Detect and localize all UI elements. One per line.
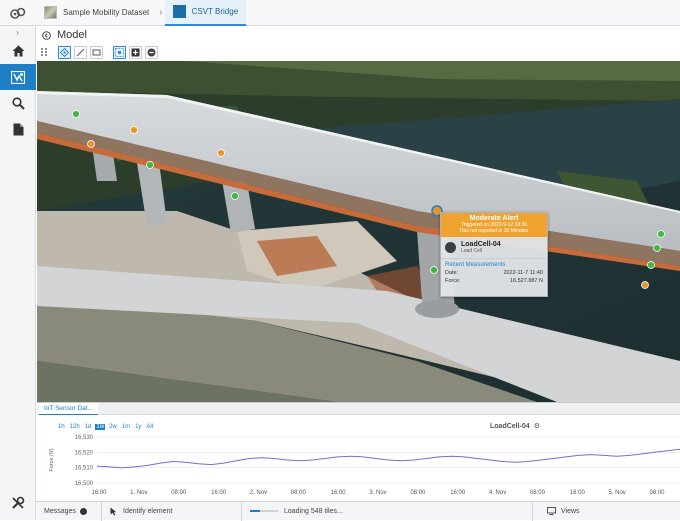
settings-tools-button[interactable] bbox=[0, 492, 36, 514]
rectangle-icon bbox=[92, 49, 101, 55]
force-label: Force: bbox=[445, 278, 461, 284]
device-name: LoadCell-04 bbox=[461, 241, 501, 248]
x-tick-label: 08:00 bbox=[530, 490, 546, 496]
breadcrumb-dataset[interactable]: Sample Mobility Dataset bbox=[36, 0, 157, 26]
dataset-thumbnail-icon bbox=[44, 6, 57, 19]
chevron-right-icon: › bbox=[159, 7, 163, 18]
x-tick-label: 5. Nov bbox=[608, 490, 625, 496]
measurement-date-row: Date: 2022-11-7 11:40 bbox=[441, 269, 547, 277]
breadcrumb-model[interactable]: CSVT Bridge bbox=[164, 0, 247, 26]
y-tick-label: 16,510 bbox=[75, 466, 94, 472]
x-tick-label: 08:00 bbox=[291, 490, 307, 496]
x-tick-label: 16:00 bbox=[91, 490, 107, 496]
y-tick-label: 16,530 bbox=[75, 435, 94, 441]
cursor-icon bbox=[110, 507, 117, 515]
alert-device: LoadCell-04 Load Cell bbox=[441, 237, 547, 256]
iot-chart-panel: 1h 12h 1d 1w 2w 1m 1y All LoadCell-04 ⚙ 16,530 16… bbox=[37, 415, 680, 501]
views-icon bbox=[547, 507, 556, 515]
identify-element-label: Identify element bbox=[123, 507, 173, 515]
date-label: Date: bbox=[445, 270, 459, 276]
messages-label: Messages bbox=[44, 507, 76, 515]
line-tool-button[interactable] bbox=[74, 45, 87, 59]
recent-measurements-link[interactable]: Recent Measurements bbox=[441, 258, 547, 269]
search-icon bbox=[11, 96, 25, 110]
iot-sensors-button[interactable] bbox=[0, 64, 36, 90]
alert-header: Moderate Alert Triggered on 2022-9-12 19… bbox=[441, 213, 547, 237]
top-bar: Sample Mobility Dataset › CSVT Bridge bbox=[0, 0, 680, 26]
load-cell-icon bbox=[445, 242, 456, 253]
date-value: 2022-11-7 11:40 bbox=[503, 270, 543, 276]
model-header: Model bbox=[36, 26, 680, 44]
drag-handle-icon[interactable] bbox=[40, 47, 48, 57]
zoom-in-button[interactable] bbox=[129, 45, 142, 59]
model-toolbar bbox=[36, 44, 680, 60]
select-tool-button[interactable] bbox=[58, 45, 71, 59]
zoom-out-button[interactable] bbox=[145, 45, 158, 59]
search-button[interactable] bbox=[0, 90, 36, 116]
tools-icon bbox=[12, 496, 25, 509]
x-tick-label: 08:00 bbox=[171, 490, 187, 496]
x-tick-label: 4. Nov bbox=[489, 490, 506, 496]
alert-title: Moderate Alert bbox=[469, 215, 519, 222]
loading-label: Loading 548 tiles... bbox=[284, 507, 343, 515]
bridge-thumbnail-icon bbox=[172, 5, 186, 18]
panel-tab-bar: IoT Sensor Dat... bbox=[37, 402, 680, 416]
fit-view-icon bbox=[115, 47, 124, 57]
breadcrumb-dataset-label: Sample Mobility Dataset bbox=[63, 8, 150, 17]
breadcrumb-model-label: CSVT Bridge bbox=[191, 7, 239, 16]
status-bar: Messages Identify element Loading 548 ti… bbox=[36, 501, 680, 521]
3d-viewport[interactable]: Moderate Alert Triggered on 2022-9-12 19… bbox=[37, 61, 680, 402]
left-sidebar: › bbox=[0, 26, 36, 520]
minus-circle-icon bbox=[147, 48, 156, 56]
x-tick-label: 3. Nov bbox=[369, 490, 386, 496]
home-icon bbox=[12, 45, 24, 57]
x-tick-label: 1. Nov bbox=[130, 490, 147, 496]
document-icon bbox=[13, 123, 23, 135]
messages-icon bbox=[79, 507, 87, 515]
views-label: Views bbox=[561, 507, 580, 515]
rectangle-tool-button[interactable] bbox=[90, 45, 103, 59]
measurement-force-row: Force: 16.527.887 N bbox=[441, 277, 547, 285]
plus-square-icon bbox=[131, 48, 140, 56]
x-tick-label: 16:00 bbox=[450, 490, 466, 496]
fit-view-button[interactable] bbox=[113, 45, 126, 59]
force-line-chart: 16,530 16,520 16,510 16,500 Force (N) 16:00 1.… bbox=[49, 435, 680, 496]
x-tick-label: 08:00 bbox=[649, 490, 665, 496]
y-tick-label: 16,520 bbox=[75, 450, 94, 456]
line-icon bbox=[76, 48, 85, 56]
x-tick-label: 08:00 bbox=[410, 490, 426, 496]
y-tick-label: 16,500 bbox=[75, 481, 94, 487]
back-icon[interactable] bbox=[42, 30, 51, 40]
documents-button[interactable] bbox=[0, 116, 36, 142]
device-type: Load Cell bbox=[461, 248, 483, 254]
sensor-alert-popup[interactable]: Moderate Alert Triggered on 2022-9-12 19… bbox=[440, 212, 548, 297]
identify-element-button[interactable]: Identify element bbox=[102, 501, 242, 521]
views-button[interactable]: Views bbox=[532, 501, 680, 521]
node-select-icon bbox=[60, 47, 69, 57]
page-title: Model bbox=[57, 29, 87, 41]
expand-sidebar-icon[interactable]: › bbox=[0, 26, 35, 38]
app-logo-icon[interactable] bbox=[0, 0, 36, 26]
map-sensor-icon bbox=[11, 70, 25, 84]
x-tick-label: 2. Nov bbox=[250, 490, 267, 496]
bridge-scene-image bbox=[37, 61, 680, 402]
home-button[interactable] bbox=[0, 38, 36, 64]
y-axis-label: Force (N) bbox=[49, 448, 55, 471]
messages-button[interactable]: Messages bbox=[36, 501, 102, 521]
x-tick-label: 16:00 bbox=[570, 490, 586, 496]
x-tick-label: 16:00 bbox=[211, 490, 227, 496]
alert-status: Has not reported in 30 Minutes bbox=[459, 228, 529, 234]
loading-indicator: Loading 548 tiles... bbox=[242, 502, 532, 521]
force-value: 16.527.887 N bbox=[509, 278, 543, 284]
x-tick-label: 16:00 bbox=[331, 490, 347, 496]
loading-progress-bar bbox=[250, 510, 278, 512]
